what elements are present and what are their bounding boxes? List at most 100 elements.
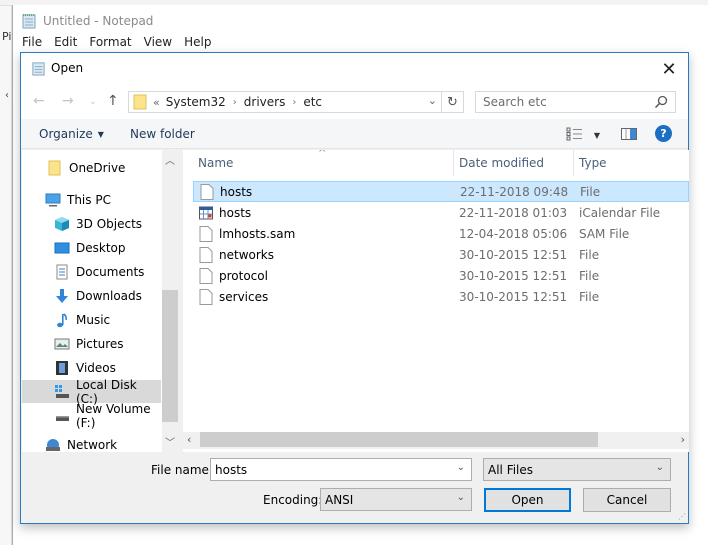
background-partial-label: Pi [2, 30, 12, 43]
recent-locations-chevron-icon[interactable]: ⌄ [89, 97, 97, 107]
encoding-label: Encoding: [263, 493, 323, 507]
file-row[interactable]: services 30-10-2015 12:51 File [193, 286, 689, 307]
notepad-menubar: File Edit Format View Help [20, 35, 221, 49]
download-icon [56, 288, 68, 303]
column-header-name[interactable]: Name [198, 150, 453, 176]
refresh-button[interactable]: ↻ [441, 92, 463, 112]
details-view-icon [566, 127, 582, 141]
change-view-button[interactable]: ▼ [566, 127, 600, 144]
menu-edit[interactable]: Edit [52, 35, 83, 49]
file-name-input[interactable] [215, 462, 415, 477]
close-button[interactable]: ✕ [656, 56, 682, 82]
chevron-down-icon[interactable]: ⌄ [457, 462, 465, 473]
column-header-type[interactable]: Type [579, 150, 689, 176]
file-type: File [580, 184, 601, 199]
nav-item-downloads[interactable]: Downloads [22, 284, 161, 307]
help-button[interactable]: ? [655, 125, 672, 142]
folder-icon [48, 160, 61, 175]
caret-down-icon: ▼ [593, 131, 600, 140]
breadcrumb-separator-icon[interactable]: › [292, 97, 296, 108]
up-arrow-icon[interactable]: ↑ [107, 93, 119, 109]
nav-item-label: OneDrive [69, 160, 126, 175]
music-icon [57, 312, 68, 327]
search-box[interactable] [475, 91, 676, 113]
nav-item-network[interactable]: Network [22, 433, 161, 452]
column-divider[interactable] [573, 150, 574, 176]
file-icon [199, 267, 213, 284]
file-date: 30-10-2015 12:51 [459, 289, 568, 304]
file-date: 30-10-2015 12:51 [459, 268, 568, 283]
resize-grip-icon[interactable]: ⋰ [678, 512, 686, 521]
nav-item-documents[interactable]: Documents [22, 260, 161, 283]
navigation-pane: OneDrive This PC 3D Objects Desktop Docu… [22, 150, 178, 452]
file-name: services [219, 289, 269, 304]
navigation-bar: ← → ⌄ ↑ « System32 › drivers › etc ⌄ ↻ [21, 84, 688, 119]
scroll-right-icon[interactable]: › [681, 433, 685, 446]
file-row[interactable]: hosts 22-11-2018 09:48 File [193, 181, 689, 202]
breadcrumb-system32[interactable]: System32 [166, 95, 226, 109]
search-icon[interactable] [654, 95, 668, 109]
nav-item-desktop[interactable]: Desktop [22, 236, 161, 259]
cube-icon [55, 216, 69, 231]
menu-help[interactable]: Help [182, 35, 217, 49]
menu-view[interactable]: View [142, 35, 178, 49]
nav-item-videos[interactable]: Videos [22, 356, 161, 379]
column-header-date-modified[interactable]: Date modified [459, 150, 573, 176]
scroll-up-icon[interactable]: ︿ [162, 152, 178, 168]
column-label: Name [198, 156, 234, 170]
nav-item-pictures[interactable]: Pictures [22, 332, 161, 355]
breadcrumb-drivers[interactable]: drivers [244, 95, 286, 109]
organize-button[interactable]: Organize ▼ [39, 127, 104, 141]
encoding-select[interactable]: ANSI ⌄ [320, 488, 472, 511]
close-icon: ✕ [661, 58, 677, 80]
scroll-left-icon[interactable]: ‹ [187, 433, 191, 446]
drive-icon [55, 384, 69, 398]
file-type: File [579, 247, 600, 262]
notepad-titlebar: Untitled - Notepad [21, 10, 153, 32]
menu-format[interactable]: Format [87, 35, 137, 49]
scroll-down-icon[interactable]: ﹀ [162, 434, 178, 450]
file-name-combobox[interactable]: ⌄ [210, 458, 472, 481]
forward-arrow-icon[interactable]: → [62, 93, 74, 109]
address-dropdown-icon[interactable]: ⌄ [428, 94, 437, 107]
file-row[interactable]: protocol 30-10-2015 12:51 File [193, 265, 689, 286]
nav-item-label: Videos [76, 360, 116, 375]
document-icon [56, 264, 68, 279]
background-chevron-icon: ‹ [5, 90, 9, 101]
scrollbar-thumb[interactable] [162, 290, 178, 422]
caret-down-icon: ▼ [97, 130, 104, 139]
search-input[interactable] [476, 92, 646, 112]
new-folder-button[interactable]: New folder [130, 127, 195, 141]
column-divider[interactable] [453, 150, 454, 176]
nav-item-this-pc[interactable]: This PC [22, 188, 161, 211]
command-toolbar: Organize ▼ New folder ▼ ? [21, 119, 688, 149]
nav-item-label: Network [67, 437, 118, 452]
cancel-button[interactable]: Cancel [583, 488, 671, 512]
breadcrumb-separator-icon[interactable]: › [233, 97, 237, 108]
scrollbar-thumb[interactable] [200, 432, 598, 447]
file-row[interactable]: lmhosts.sam 12-04-2018 05:06 SAM File [193, 223, 689, 244]
nav-item-3d-objects[interactable]: 3D Objects [22, 212, 161, 235]
file-name: lmhosts.sam [219, 226, 296, 241]
breadcrumb-etc[interactable]: etc [303, 95, 322, 109]
nav-item-new-volume-f[interactable]: New Volume (F:) [22, 402, 161, 430]
nav-item-onedrive[interactable]: OneDrive [22, 156, 161, 179]
file-type: SAM File [579, 226, 630, 241]
file-type-select[interactable]: All Files ⌄ [483, 458, 671, 481]
file-list-horizontal-scrollbar[interactable]: ‹ › [183, 432, 689, 449]
open-button[interactable]: Open [484, 488, 571, 512]
preview-pane-icon[interactable] [621, 128, 637, 140]
file-row[interactable]: hosts 22-11-2018 01:03 iCalendar File [193, 202, 689, 223]
address-bar[interactable]: « System32 › drivers › etc ⌄ ↻ [128, 91, 464, 113]
nav-item-local-disk-c[interactable]: Local Disk (C:) [22, 378, 161, 406]
menu-file[interactable]: File [20, 35, 48, 49]
file-type: iCalendar File [579, 205, 661, 220]
file-row[interactable]: networks 30-10-2015 12:51 File [193, 244, 689, 265]
file-name: networks [219, 247, 274, 262]
breadcrumb-overflow[interactable]: « [153, 96, 160, 109]
nav-pane-scrollbar[interactable]: ︿ ﹀ [162, 150, 178, 452]
file-name: hosts [219, 205, 252, 220]
back-arrow-icon[interactable]: ← [33, 93, 45, 109]
file-date: 22-11-2018 09:48 [460, 184, 569, 199]
nav-item-music[interactable]: Music [22, 308, 161, 331]
